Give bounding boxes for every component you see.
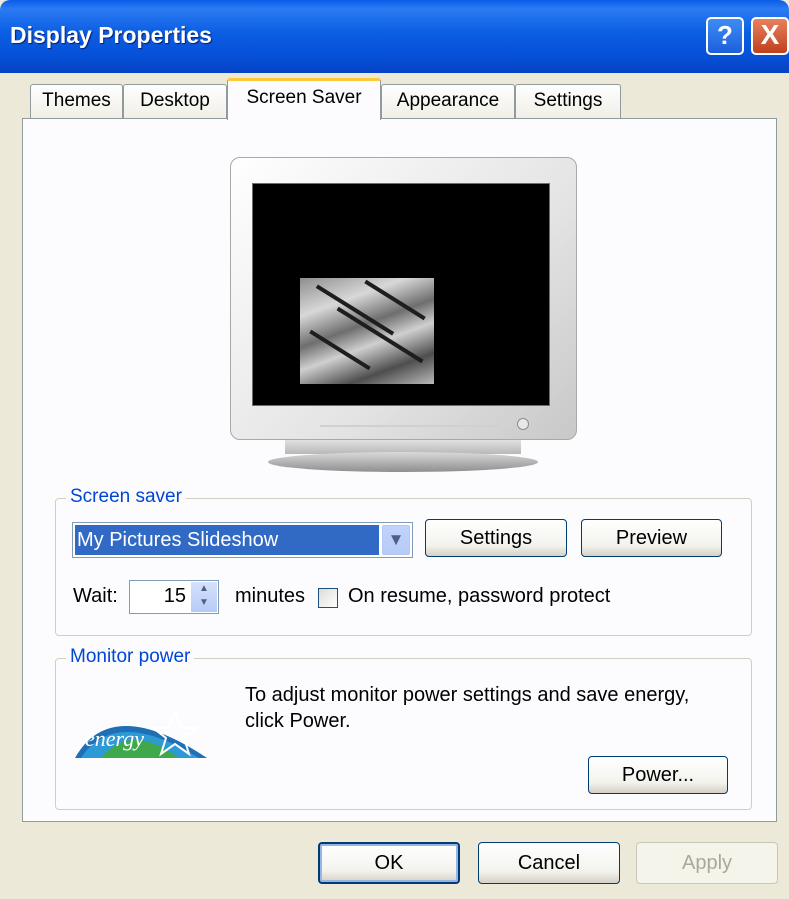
slideshow-preview-image (300, 278, 434, 384)
tab-themes[interactable]: Themes (30, 84, 123, 118)
tab-screen-saver[interactable]: Screen Saver (227, 78, 381, 120)
monitor-bezel-line (320, 425, 500, 427)
monitor-power-group-label: Monitor power (66, 646, 195, 668)
power-led-icon (517, 418, 529, 430)
apply-button[interactable]: Apply (636, 842, 778, 884)
title-bar[interactable]: Display Properties ? X (0, 0, 789, 73)
tab-desktop[interactable]: Desktop (123, 84, 227, 118)
tab-appearance[interactable]: Appearance (381, 84, 515, 118)
power-button[interactable]: Power... (588, 756, 728, 794)
screen-saver-selected: My Pictures Slideshow (75, 525, 379, 555)
window-title: Display Properties (10, 22, 212, 48)
minutes-label: minutes (235, 585, 306, 607)
power-description-line2: click Power. (245, 710, 351, 732)
cancel-button[interactable]: Cancel (478, 842, 620, 884)
close-button[interactable]: X (751, 17, 789, 55)
help-button[interactable]: ? (706, 17, 744, 55)
screen-saver-settings-button[interactable]: Settings (425, 519, 567, 557)
spin-up-down-icon[interactable]: ▲ ▼ (191, 582, 217, 612)
wait-minutes-stepper[interactable]: 15 ▲ ▼ (129, 580, 219, 614)
wait-minutes-value: 15 (163, 585, 186, 607)
screen-saver-select[interactable]: My Pictures Slideshow ▼ (72, 522, 413, 558)
power-description-line1: To adjust monitor power settings and sav… (245, 684, 690, 706)
password-protect-checkbox[interactable] (318, 588, 338, 608)
ok-button[interactable]: OK (318, 842, 460, 884)
monitor-stand (268, 452, 538, 472)
preview-button[interactable]: Preview (581, 519, 722, 557)
screen-saver-group-label: Screen saver (66, 486, 186, 508)
energy-star-logo: energy (71, 694, 211, 760)
svg-text:energy: energy (85, 726, 144, 751)
password-protect-label[interactable]: On resume, password protect (348, 585, 610, 608)
wait-label: Wait: (73, 585, 118, 607)
chevron-down-icon[interactable]: ▼ (382, 525, 410, 555)
tab-settings[interactable]: Settings (515, 84, 621, 118)
